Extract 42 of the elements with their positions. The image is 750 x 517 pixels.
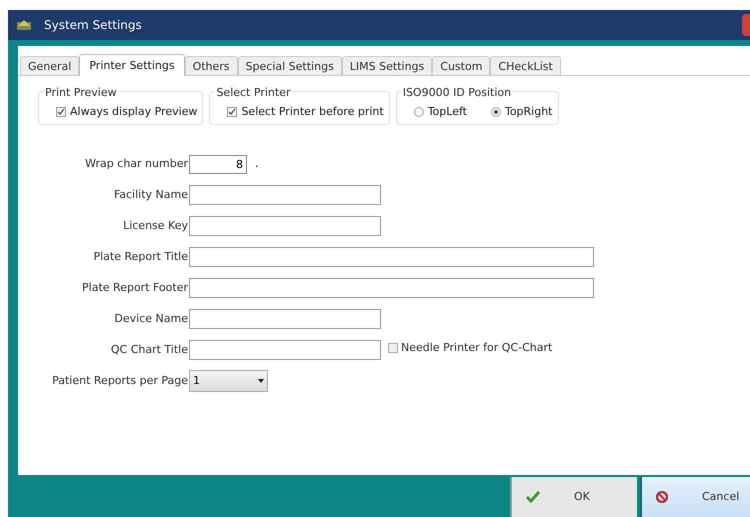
field-label: Facility Name (112, 186, 189, 203)
checkbox-label: Needle Printer for QC-Chart (401, 340, 552, 356)
ok-button[interactable]: OK (510, 477, 637, 517)
window-title: System Settings (44, 17, 142, 34)
field-label: Patient Reports per Page (51, 372, 189, 389)
option-label: Always display Preview (70, 104, 198, 120)
tab[interactable]: CHeckList (490, 56, 561, 75)
radio-button[interactable] (490, 106, 501, 117)
checkbox[interactable] (56, 106, 66, 117)
no-entry-icon (656, 491, 668, 503)
tab[interactable]: General (20, 56, 80, 75)
option-label: Select Printer before print (241, 104, 384, 120)
checkbox[interactable] (388, 343, 398, 353)
field-label: Device Name (113, 310, 189, 327)
dropdown[interactable]: 1 (189, 370, 268, 392)
caret-icon (258, 379, 264, 383)
tab[interactable]: Special Settings (238, 56, 342, 75)
tab[interactable]: Printer Settings (79, 54, 185, 76)
field-label: Plate Report Title (92, 248, 189, 265)
tab[interactable]: Custom (432, 56, 490, 75)
tab[interactable]: LIMS Settings (342, 56, 432, 75)
close-button[interactable] (742, 14, 750, 36)
field-label: Wrap char number (84, 156, 189, 172)
app-icon (16, 18, 32, 32)
cancel-button[interactable]: Cancel (640, 477, 750, 517)
input-field[interactable] (189, 278, 594, 298)
suffix-text: . (255, 156, 258, 172)
option-label: TopRight (504, 104, 552, 120)
checkmark-icon (526, 491, 540, 503)
input-field[interactable] (189, 185, 381, 205)
field-label: Plate Report Footer (81, 280, 189, 296)
input-field[interactable] (189, 340, 381, 360)
number-field[interactable]: 8 (189, 154, 247, 174)
input-field[interactable] (189, 247, 594, 267)
option-label: TopLeft (428, 104, 467, 120)
radio-button[interactable] (414, 106, 424, 117)
tab[interactable]: Others (184, 56, 238, 75)
checkbox[interactable] (227, 106, 238, 117)
input-field[interactable] (189, 309, 381, 329)
input-field[interactable] (189, 216, 381, 236)
field-label: License Key (122, 218, 189, 234)
field-label: QC Chart Title (110, 342, 189, 358)
